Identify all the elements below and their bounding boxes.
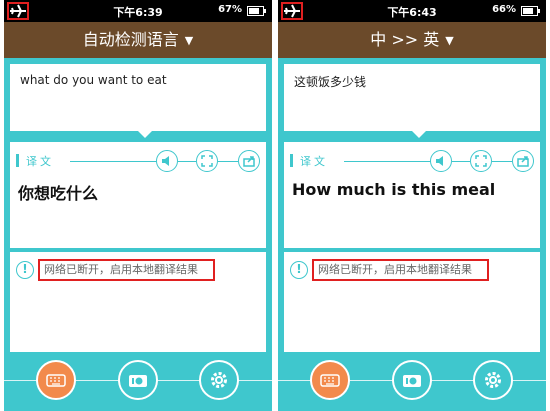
keyboard-icon (320, 374, 340, 387)
control-link (492, 161, 512, 162)
input-pointer (412, 131, 426, 138)
fullscreen-button[interactable] (196, 150, 218, 172)
translated-text: 你想吃什么 (18, 184, 99, 203)
phone-screen-right: 下午6:43 66% 中 >> 英 ▼ 这顿饭多少钱 译文 How much is… (278, 0, 546, 411)
keyboard-icon (46, 374, 66, 387)
phone-screen-left: 下午6:39 67% 自动检测语言 ▼ what do you want to e… (4, 0, 272, 411)
translation-card: 译文 How much is this meal (284, 142, 540, 248)
fullscreen-icon (201, 155, 213, 167)
bottom-toolbar (4, 354, 272, 411)
language-selector-title: 自动检测语言 (82, 30, 179, 49)
keyboard-button[interactable] (36, 360, 76, 400)
camera-icon (403, 375, 421, 387)
result-label-bar (290, 154, 293, 167)
control-link (178, 161, 196, 162)
offline-notice: 网络已断开，启用本地翻译结果 (38, 259, 215, 281)
translated-text: How much is this meal (292, 180, 496, 199)
offline-notice: 网络已断开，启用本地翻译结果 (312, 259, 489, 281)
camera-button[interactable] (118, 360, 158, 400)
caret-down-icon: ▼ (445, 34, 454, 47)
control-link (452, 161, 470, 162)
result-label: 译文 (300, 155, 328, 168)
caret-down-icon: ▼ (184, 34, 194, 47)
settings-icon (211, 372, 227, 388)
share-button[interactable] (238, 150, 260, 172)
fullscreen-button[interactable] (470, 150, 492, 172)
status-bar: 下午6:43 66% (278, 0, 546, 22)
keyboard-button[interactable] (310, 360, 350, 400)
speaker-icon (436, 156, 443, 166)
camera-icon (129, 375, 147, 387)
speak-button[interactable] (430, 150, 452, 172)
speak-button[interactable] (156, 150, 178, 172)
source-text-input[interactable]: what do you want to eat (10, 64, 266, 138)
settings-icon (485, 372, 501, 388)
language-selector-title: 中 >> 英 (370, 30, 440, 49)
language-selector[interactable]: 中 >> 英 ▼ (278, 22, 546, 58)
camera-button[interactable] (392, 360, 432, 400)
share-button[interactable] (512, 150, 534, 172)
exclamation-icon: ! (290, 261, 308, 279)
bottom-toolbar (278, 354, 546, 411)
result-label-bar (16, 154, 19, 167)
language-selector[interactable]: 自动检测语言 ▼ (4, 22, 272, 58)
screen-divider (272, 0, 276, 411)
result-label: 译文 (26, 155, 54, 168)
source-text-input[interactable]: 这顿饭多少钱 (284, 64, 540, 138)
status-bar: 下午6:39 67% (4, 0, 272, 22)
translation-card: 译文 你想吃什么 (10, 142, 266, 248)
battery-percentage: 67% (218, 4, 242, 15)
battery-icon (247, 6, 266, 16)
source-text: what do you want to eat (20, 73, 167, 87)
source-text: 这顿饭多少钱 (294, 75, 367, 89)
notice-panel: ! 网络已断开，启用本地翻译结果 (284, 252, 540, 352)
share-icon (243, 156, 255, 167)
notice-panel: ! 网络已断开，启用本地翻译结果 (10, 252, 266, 352)
speaker-icon (162, 156, 169, 166)
control-link (218, 161, 238, 162)
settings-button[interactable] (473, 360, 513, 400)
fullscreen-icon (475, 155, 487, 167)
share-icon (517, 156, 529, 167)
battery-icon (521, 6, 540, 16)
input-pointer (138, 131, 152, 138)
battery-percentage: 66% (492, 4, 516, 15)
exclamation-icon: ! (16, 261, 34, 279)
settings-button[interactable] (199, 360, 239, 400)
